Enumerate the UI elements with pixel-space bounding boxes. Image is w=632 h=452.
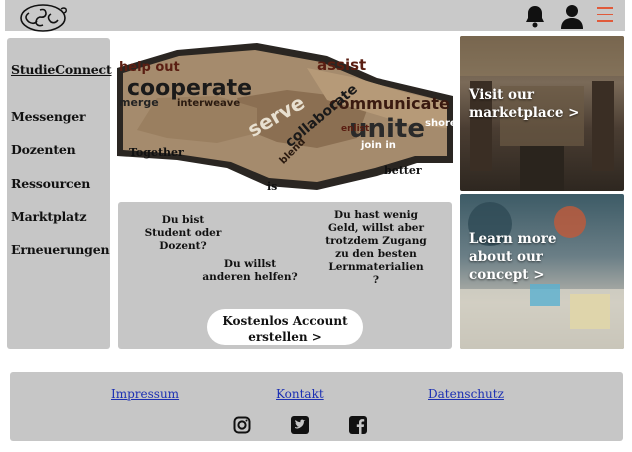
twitter-icon[interactable] xyxy=(291,416,309,434)
hamburger-menu-icon[interactable] xyxy=(597,7,613,27)
top-header xyxy=(5,0,625,33)
footer-link-kontakt[interactable]: Kontakt xyxy=(276,387,324,401)
footer-link-datenschutz[interactable]: Datenschutz xyxy=(428,387,504,401)
hero-word: shore xyxy=(425,118,453,129)
instagram-icon[interactable] xyxy=(233,416,251,434)
user-icon[interactable] xyxy=(560,4,584,30)
sidebar-item-ressourcen[interactable]: Ressourcen xyxy=(11,176,90,191)
cta-line2: erstellen > xyxy=(248,330,322,344)
brand-link[interactable]: StudieConnect xyxy=(11,62,112,77)
footer-link-impressum[interactable]: Impressum xyxy=(111,387,179,401)
concept-line3: concept > xyxy=(469,267,545,283)
concept-line1: Learn more xyxy=(469,231,557,247)
concept-line2: about our xyxy=(469,249,543,265)
hero-word: merge xyxy=(119,96,159,109)
marketplace-line1: Visit our xyxy=(469,87,534,103)
question-student-dozent: Du bist Student oder Dozent? xyxy=(144,214,222,252)
footer: Impressum Kontakt Datenschutz xyxy=(10,372,623,441)
marketplace-card[interactable]: Visit our marketplace > xyxy=(460,36,624,191)
bell-icon[interactable] xyxy=(524,4,546,28)
hero-word: help out xyxy=(119,60,180,75)
sidebar-item-marktplatz[interactable]: Marktplatz xyxy=(11,209,87,224)
hero-word: enlist xyxy=(341,124,370,134)
hero-word: assist xyxy=(317,56,367,74)
sidebar-item-erneuerungen[interactable]: Erneuerungen xyxy=(11,242,110,257)
sidebar-item-dozenten[interactable]: Dozenten xyxy=(11,142,76,157)
question-helfen: Du willst anderen helfen? xyxy=(202,258,298,283)
logo-icon[interactable] xyxy=(15,1,71,33)
sidebar: StudieConnect Messenger Dozenten Ressour… xyxy=(7,38,112,349)
info-panel: Du bist Student oder Dozent? Du willst a… xyxy=(118,202,452,349)
cta-line1: Kostenlos Account xyxy=(222,314,348,328)
hero-word-is: is xyxy=(267,180,278,193)
marketplace-line2: marketplace > xyxy=(469,105,580,121)
question-lernmaterialien: Du hast wenig Geld, willst aber trotzdem… xyxy=(325,209,427,286)
sidebar-item-messenger[interactable]: Messenger xyxy=(11,109,86,124)
hero-word: join in xyxy=(361,140,396,151)
hero-word-better: better xyxy=(384,164,422,177)
facebook-icon[interactable] xyxy=(349,416,367,434)
hero-word-together: Together xyxy=(129,146,184,159)
handshake-wordcloud-image: help out cooperate merge interweave assi… xyxy=(117,38,453,197)
hero-word: interweave xyxy=(177,98,241,109)
concept-card[interactable]: Learn more about our concept > xyxy=(460,194,624,349)
create-account-button[interactable]: Kostenlos Account erstellen > xyxy=(207,309,363,345)
